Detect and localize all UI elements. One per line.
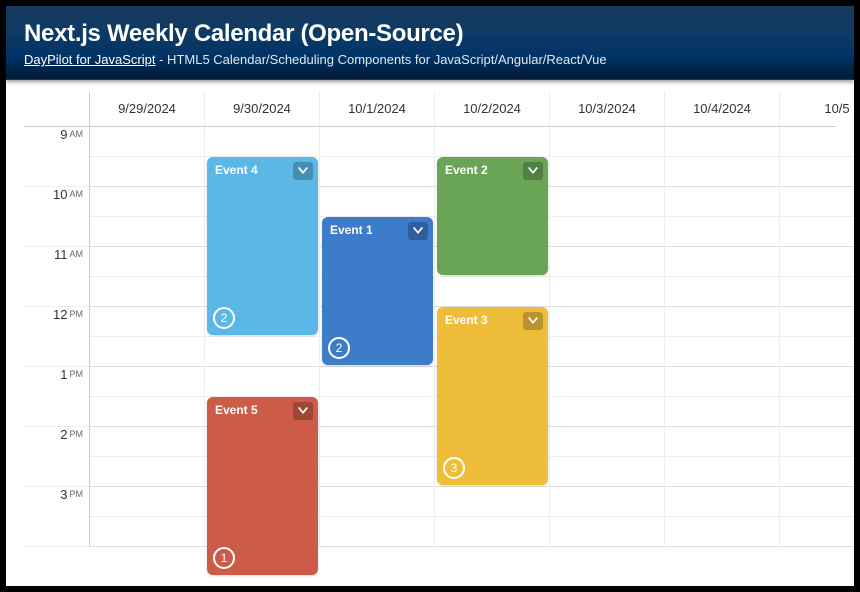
chevron-down-icon[interactable] (523, 162, 543, 180)
time-label: 9AM (24, 127, 89, 187)
time-label: 11AM (24, 247, 89, 307)
time-label: 10AM (24, 187, 89, 247)
time-column-header (24, 92, 90, 126)
time-label: 2PM (24, 427, 89, 487)
page-title: Next.js Weekly Calendar (Open-Source) (24, 20, 836, 48)
event-title: Event 1 (330, 223, 373, 237)
page-header: Next.js Weekly Calendar (Open-Source) Da… (6, 6, 854, 80)
tagline: - HTML5 Calendar/Scheduling Components f… (156, 52, 607, 67)
chevron-down-icon[interactable] (293, 402, 313, 420)
calendar-body: 9AM10AM11AM12PM1PM2PM3PM Event 42Event 1… (24, 127, 836, 547)
day-header[interactable]: 9/30/2024 (205, 92, 320, 126)
event-title: Event 5 (215, 403, 258, 417)
time-column: 9AM10AM11AM12PM1PM2PM3PM (24, 127, 90, 547)
event-e2[interactable]: Event 2 (437, 157, 548, 275)
day-header[interactable]: 10/2/2024 (435, 92, 550, 126)
event-e5[interactable]: Event 5 1 (207, 397, 318, 575)
calendar: 9/29/20249/30/202410/1/202410/2/202410/3… (24, 92, 836, 547)
day-header[interactable]: 10/3/2024 (550, 92, 665, 126)
time-label: 12PM (24, 307, 89, 367)
event-badge: 1 (213, 547, 235, 569)
event-title: Event 2 (445, 163, 488, 177)
event-title: Event 4 (215, 163, 258, 177)
event-e4[interactable]: Event 4 2 (207, 157, 318, 335)
day-header[interactable]: 10/4/2024 (665, 92, 780, 126)
chevron-down-icon[interactable] (523, 312, 543, 330)
event-badge: 3 (443, 457, 465, 479)
day-header-row: 9/29/20249/30/202410/1/202410/2/202410/3… (24, 92, 836, 127)
daypilot-link[interactable]: DayPilot for JavaScript (24, 52, 156, 67)
chevron-down-icon[interactable] (408, 222, 428, 240)
event-e1[interactable]: Event 1 2 (322, 217, 433, 365)
subtitle: DayPilot for JavaScript - HTML5 Calendar… (24, 52, 836, 67)
time-label: 1PM (24, 367, 89, 427)
day-header[interactable]: 9/29/2024 (90, 92, 205, 126)
events-layer: Event 42Event 12Event 2Event 33Event 51 (90, 127, 836, 547)
event-badge: 2 (213, 307, 235, 329)
event-badge: 2 (328, 337, 350, 359)
day-header[interactable]: 10/1/2024 (320, 92, 435, 126)
chevron-down-icon[interactable] (293, 162, 313, 180)
event-e3[interactable]: Event 3 3 (437, 307, 548, 485)
day-header[interactable]: 10/5 (780, 92, 860, 126)
event-title: Event 3 (445, 313, 488, 327)
time-label: 3PM (24, 487, 89, 547)
